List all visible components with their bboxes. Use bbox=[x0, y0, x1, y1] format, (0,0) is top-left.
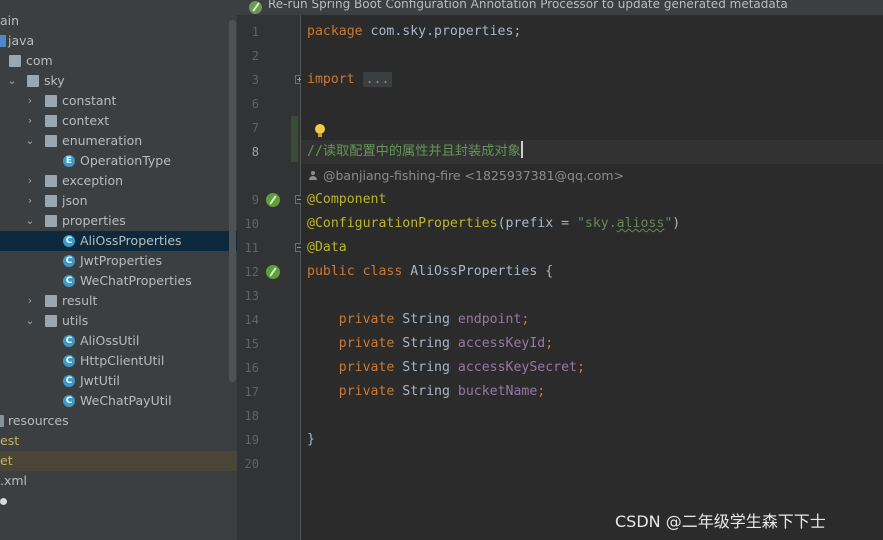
chevron-down-icon[interactable]: ⌄ bbox=[24, 131, 36, 151]
code-line-3[interactable]: import ... bbox=[307, 68, 393, 92]
class-icon: C bbox=[63, 255, 75, 267]
code-line-16[interactable]: private String accessKeySecret; bbox=[307, 356, 585, 380]
line-number: 17 bbox=[244, 385, 259, 399]
folder-icon bbox=[0, 35, 6, 47]
chevron-right-icon[interactable]: › bbox=[24, 111, 36, 131]
tree-scrollbar[interactable] bbox=[229, 20, 236, 382]
enum-icon: E bbox=[63, 155, 75, 167]
code-line-15[interactable]: private String accessKeyId; bbox=[307, 332, 553, 356]
class-icon: C bbox=[63, 235, 75, 247]
text-caret bbox=[520, 141, 523, 158]
tree-item-java[interactable]: java bbox=[0, 31, 237, 51]
tree-item-context[interactable]: › context bbox=[0, 111, 237, 131]
tree-item-pom-xml[interactable]: .xml bbox=[0, 471, 237, 491]
spring-bean-icon[interactable] bbox=[266, 265, 280, 279]
tree-item-external[interactable] bbox=[0, 491, 237, 511]
code-line-9[interactable]: @Component bbox=[307, 188, 386, 212]
line-number: 7 bbox=[251, 121, 259, 135]
tree-item-resources[interactable]: resources bbox=[0, 411, 237, 431]
tree-item-target[interactable]: et bbox=[0, 451, 237, 471]
tree-item-aliossproperties[interactable]: C AliOssProperties bbox=[0, 231, 237, 251]
tree-item-properties[interactable]: ⌄ properties bbox=[0, 211, 237, 231]
package-icon bbox=[45, 215, 57, 227]
tree-item-jwtproperties[interactable]: C JwtProperties bbox=[0, 251, 237, 271]
tree-item-com[interactable]: com bbox=[0, 51, 237, 71]
line-number: 10 bbox=[244, 217, 259, 231]
chevron-right-icon[interactable]: › bbox=[24, 191, 36, 211]
code-line-17[interactable]: private String bucketName; bbox=[307, 380, 545, 404]
notification-text: Re-run Spring Boot Configuration Annotat… bbox=[268, 0, 788, 11]
library-icon bbox=[0, 498, 7, 505]
code-author-hint[interactable]: @banjiang-fishing-fire <1825937381@qq.co… bbox=[308, 164, 624, 188]
package-icon bbox=[45, 295, 57, 307]
tree-item-exception[interactable]: › exception bbox=[0, 171, 237, 191]
line-number: 12 bbox=[244, 265, 259, 279]
vcs-change-marker[interactable] bbox=[291, 116, 298, 162]
chevron-down-icon[interactable]: ⌄ bbox=[24, 311, 36, 331]
line-number: 2 bbox=[251, 49, 259, 63]
class-icon: C bbox=[63, 375, 75, 387]
spring-bean-icon[interactable] bbox=[266, 193, 280, 207]
line-number: 20 bbox=[244, 457, 259, 471]
code-line-14[interactable]: private String endpoint; bbox=[307, 308, 530, 332]
line-number: 13 bbox=[244, 289, 259, 303]
package-icon bbox=[27, 75, 39, 87]
line-number: 11 bbox=[244, 241, 259, 255]
tree-item-utils[interactable]: ⌄ utils bbox=[0, 311, 237, 331]
line-number: 16 bbox=[244, 361, 259, 375]
chevron-down-icon[interactable]: ⌄ bbox=[6, 71, 18, 91]
lightbulb-icon[interactable] bbox=[314, 124, 326, 138]
person-icon bbox=[308, 171, 318, 181]
line-number: 6 bbox=[251, 97, 259, 111]
package-icon bbox=[45, 115, 57, 127]
line-number: 9 bbox=[251, 193, 259, 207]
folded-imports[interactable]: ... bbox=[362, 72, 393, 87]
package-icon bbox=[45, 315, 57, 327]
tree-item-json[interactable]: › json bbox=[0, 191, 237, 211]
tree-item-operationtype[interactable]: E OperationType bbox=[0, 151, 237, 171]
csdn-watermark: CSDN @二年级学生森下下士 bbox=[615, 512, 826, 531]
project-tree: ain java com ⌄ sky › constant › context … bbox=[0, 0, 237, 540]
line-number: 14 bbox=[244, 313, 259, 327]
tree-item-constant[interactable]: › constant bbox=[0, 91, 237, 111]
chevron-right-icon[interactable]: › bbox=[24, 171, 36, 191]
tree-item-httpclientutil[interactable]: C HttpClientUtil bbox=[0, 351, 237, 371]
line-number: 19 bbox=[244, 433, 259, 447]
package-icon bbox=[45, 195, 57, 207]
tree-item-main[interactable]: ain bbox=[0, 11, 237, 31]
code-line-10[interactable]: @ConfigurationProperties(prefix = "sky.a… bbox=[307, 212, 680, 236]
class-icon: C bbox=[63, 395, 75, 407]
class-icon: C bbox=[63, 355, 75, 367]
class-icon: C bbox=[63, 335, 75, 347]
package-icon bbox=[45, 135, 57, 147]
code-line-19[interactable]: } bbox=[307, 428, 315, 452]
notification-banner[interactable]: Re-run Spring Boot Configuration Annotat… bbox=[237, 0, 883, 15]
tree-item-wechatpayutil[interactable]: C WeChatPayUtil bbox=[0, 391, 237, 411]
line-number: 18 bbox=[244, 409, 259, 423]
chevron-right-icon[interactable]: › bbox=[24, 291, 36, 311]
tree-item-wechatproperties[interactable]: C WeChatProperties bbox=[0, 271, 237, 291]
line-number: 8 bbox=[251, 145, 259, 159]
package-icon bbox=[9, 55, 21, 67]
code-line-8[interactable]: //读取配置中的属性并且封装成对象 bbox=[307, 140, 523, 164]
tree-item-test[interactable]: est bbox=[0, 431, 237, 451]
tree-item-jwtutil[interactable]: C JwtUtil bbox=[0, 371, 237, 391]
chevron-right-icon[interactable]: › bbox=[24, 91, 36, 111]
code-line-1[interactable]: package com.sky.properties; bbox=[307, 20, 521, 44]
class-icon: C bbox=[63, 275, 75, 287]
tree-item-result[interactable]: › result bbox=[0, 291, 237, 311]
line-number: 3 bbox=[251, 73, 259, 87]
code-line-12[interactable]: public class AliOssProperties { bbox=[307, 260, 553, 284]
tree-item-enumeration[interactable]: ⌄ enumeration bbox=[0, 131, 237, 151]
chevron-down-icon[interactable]: ⌄ bbox=[24, 211, 36, 231]
line-number: 15 bbox=[244, 337, 259, 351]
tree-item-aliossutil[interactable]: C AliOssUtil bbox=[0, 331, 237, 351]
package-icon bbox=[45, 95, 57, 107]
line-number: 1 bbox=[251, 25, 259, 39]
code-line-11[interactable]: @Data bbox=[307, 236, 347, 260]
tree-item-sky[interactable]: ⌄ sky bbox=[0, 71, 237, 91]
folder-icon bbox=[0, 415, 4, 427]
spring-icon bbox=[249, 1, 262, 14]
package-icon bbox=[45, 175, 57, 187]
